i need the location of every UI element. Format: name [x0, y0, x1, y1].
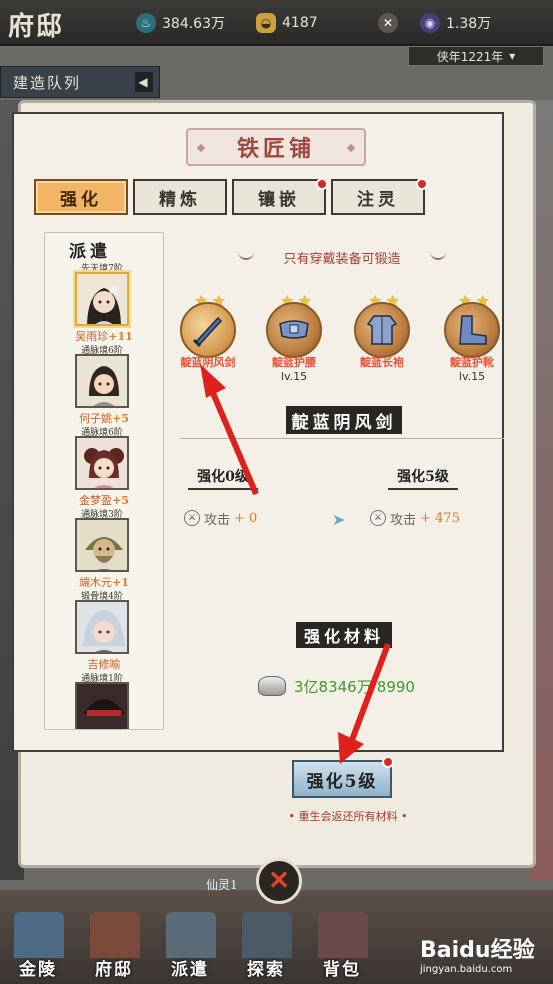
resource-sword[interactable]: ✕ [378, 12, 398, 34]
nav-label: 探索 [247, 960, 285, 980]
chevron-left-icon[interactable]: ◀ [135, 72, 153, 92]
dialog-title: 铁匠铺 [186, 128, 366, 166]
stat-label: 攻击 [390, 512, 417, 528]
hero-name: 吴雨珍+11 [75, 330, 133, 343]
hero-name: 金梦盈+5 [79, 494, 129, 507]
tab-inlay-badge [316, 178, 328, 190]
resource-purple-orb[interactable]: ◉ 1.38万 [420, 12, 491, 34]
nav-mansion[interactable]: 府邸 [76, 912, 152, 980]
close-button[interactable]: ✕ [256, 858, 302, 904]
close-icon: ✕ [268, 866, 290, 896]
gold-ingot-icon: ◒ [256, 13, 276, 33]
equip-name: 靛蓝护靴 [450, 356, 494, 369]
current-attack-stat: ⚔ 攻击 + 0 [184, 508, 257, 528]
silver-ingot-icon [258, 676, 286, 696]
attack-icon: ⚔ [370, 510, 386, 526]
hero-portrait [75, 600, 129, 654]
sword-icon: ✕ [378, 13, 398, 33]
purple-orb-icon: ◉ [420, 13, 440, 33]
hero-portrait [75, 354, 129, 408]
nav-label: 背包 [323, 960, 361, 980]
equip-slot-belt[interactable]: ★ ★ 靛蓝护腰 lv.15 [262, 292, 326, 383]
nav-jinling[interactable]: 金陵 [0, 912, 76, 980]
city-icon [14, 912, 64, 958]
attack-icon: ⚔ [184, 510, 200, 526]
resource-gold[interactable]: ◒ 4187 [256, 12, 318, 34]
tab-infuse[interactable]: 注灵 [331, 179, 425, 215]
tab-inlay[interactable]: 镶嵌 [232, 179, 326, 215]
nav-dispatch[interactable]: 派遣 [152, 912, 228, 980]
stat-value: + 475 [420, 510, 460, 526]
selected-item-name: 靛蓝阴风剑 [286, 406, 402, 434]
explore-icon [242, 912, 292, 958]
resource-value: 1.38万 [446, 16, 492, 32]
hero-name: 何子姚+5 [79, 412, 129, 425]
dispatch-label: 派遣 [69, 242, 111, 262]
next-level: 强化5级 [388, 466, 458, 490]
hero-portrait [75, 518, 129, 572]
nav-explore[interactable]: 探索 [228, 912, 304, 980]
equip-slot-robe[interactable]: ★ ★ 靛蓝长袍 [350, 292, 414, 382]
nav-label: 派遣 [171, 960, 209, 980]
hero-portrait [75, 436, 129, 490]
hero-name: 端木元+1 [79, 576, 129, 589]
tab-refine[interactable]: 精炼 [133, 179, 227, 215]
resource-spirit-stone[interactable]: ♨ 384.63万 [136, 12, 225, 34]
belt-icon [279, 320, 309, 339]
watermark-url: jingyan.baidu.com [420, 964, 513, 975]
chevron-down-icon: ▾ [509, 49, 516, 63]
red-arrow-annotation [200, 364, 259, 496]
nav-bag[interactable]: 背包 [304, 912, 380, 980]
resource-value: 384.63万 [162, 16, 225, 32]
stat-label: 攻击 [204, 512, 231, 528]
equip-name: 靛蓝护腰 [272, 356, 316, 369]
year-text: 侠年1221年 [436, 49, 504, 64]
spirit-stone-icon: ♨ [136, 13, 156, 33]
arrow-right-icon: ➤ [332, 510, 346, 529]
hero-name: 吉修喻 [87, 658, 121, 671]
build-queue-label: 建造队列 [13, 73, 82, 92]
equip-level: lv.15 [280, 370, 308, 383]
xian-ling-label: 仙灵1 [206, 878, 238, 892]
resource-value: 4187 [282, 15, 318, 31]
robe-icon [366, 315, 398, 345]
hero-portrait [75, 682, 129, 729]
equip-level: lv.15 [458, 370, 486, 383]
page-title: 府邸 [8, 12, 65, 42]
next-attack-stat: ⚔ 攻击 + 475 [370, 508, 460, 528]
watermark: Baidu经验 jingyan.baidu.com [420, 932, 535, 975]
equip-name: 靛蓝长袍 [360, 356, 404, 369]
top-bar: 府邸 ♨ 384.63万 ◒ 4187 ✕ ◉ 1.38万 [0, 0, 553, 46]
hero-portrait [75, 272, 129, 326]
nav-label: 金陵 [19, 960, 57, 980]
rebirth-note: • 重生会返还所有材料 • [288, 810, 408, 823]
tab-infuse-badge [416, 178, 428, 190]
sword-icon [192, 316, 223, 348]
red-arrow-annotation [338, 642, 391, 764]
tab-strengthen[interactable]: 强化 [34, 179, 128, 215]
nav-label: 府邸 [95, 960, 133, 980]
bag-icon [318, 912, 368, 958]
year-select[interactable]: 侠年1221年 ▾ [408, 46, 544, 66]
stat-value: + 0 [234, 510, 258, 526]
dispatch-icon [166, 912, 216, 958]
build-queue-tab[interactable]: 建造队列 ◀ [0, 66, 160, 98]
watermark-brand: Baidu经验 [420, 938, 535, 963]
hero-list[interactable]: 派遣 先天境7阶 吴雨珍+11 通脉境6阶 何子姚+5 通脉境6阶 金梦盈+5 … [44, 232, 164, 730]
equip-slot-boots[interactable]: ★ ★ 靛蓝护靴 lv.15 [440, 292, 504, 383]
forge-notice: 只有穿戴装备可锻造 [283, 252, 401, 267]
mansion-icon [90, 912, 140, 958]
boots-icon [459, 315, 487, 345]
